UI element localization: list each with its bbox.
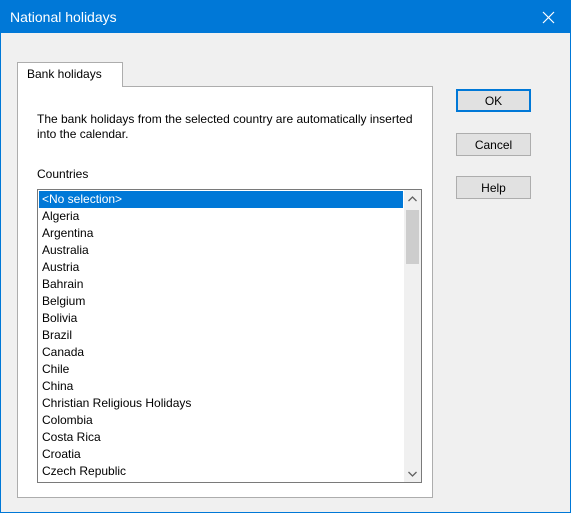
list-item[interactable]: Argentina <box>39 225 403 242</box>
list-item[interactable]: Bolivia <box>39 310 403 327</box>
window-title: National holidays <box>10 9 117 25</box>
list-item[interactable]: Colombia <box>39 412 403 429</box>
close-button[interactable] <box>526 1 570 33</box>
cancel-button[interactable]: Cancel <box>456 133 531 156</box>
countries-list: <No selection> Algeria Argentina Australia A… <box>39 191 403 480</box>
scroll-down-button[interactable] <box>404 465 421 482</box>
list-item[interactable]: <No selection> <box>39 191 403 208</box>
national-holidays-dialog: National holidays Bank holidays The bank… <box>0 0 571 513</box>
help-button[interactable]: Help <box>456 176 531 199</box>
scroll-up-button[interactable] <box>404 190 421 207</box>
list-item[interactable]: Bahrain <box>39 276 403 293</box>
list-item[interactable]: Christian Religious Holidays <box>39 395 403 412</box>
listbox-scrollbar[interactable] <box>404 190 421 482</box>
ok-button[interactable]: OK <box>456 89 531 112</box>
list-item[interactable]: Brazil <box>39 327 403 344</box>
list-item[interactable]: Croatia <box>39 446 403 463</box>
countries-label: Countries <box>37 167 89 181</box>
list-item[interactable]: Belgium <box>39 293 403 310</box>
list-item[interactable]: Austria <box>39 259 403 276</box>
tab-bank-holidays[interactable]: Bank holidays <box>17 62 123 87</box>
chevron-down-icon <box>408 471 417 477</box>
chevron-up-icon <box>408 195 417 201</box>
countries-listbox[interactable]: <No selection> Algeria Argentina Australia A… <box>37 189 422 483</box>
close-icon <box>542 11 554 23</box>
list-item[interactable]: Czech Republic <box>39 463 403 480</box>
scroll-thumb[interactable] <box>406 210 419 264</box>
title-bar[interactable]: National holidays <box>1 1 570 33</box>
list-item[interactable]: Costa Rica <box>39 429 403 446</box>
list-item[interactable]: Chile <box>39 361 403 378</box>
list-item[interactable]: Canada <box>39 344 403 361</box>
tab-label: Bank holidays <box>27 67 102 81</box>
bank-holidays-panel: The bank holidays from the selected coun… <box>17 86 433 498</box>
panel-description: The bank holidays from the selected coun… <box>37 112 413 141</box>
list-item[interactable]: China <box>39 378 403 395</box>
list-item[interactable]: Australia <box>39 242 403 259</box>
list-item[interactable]: Algeria <box>39 208 403 225</box>
